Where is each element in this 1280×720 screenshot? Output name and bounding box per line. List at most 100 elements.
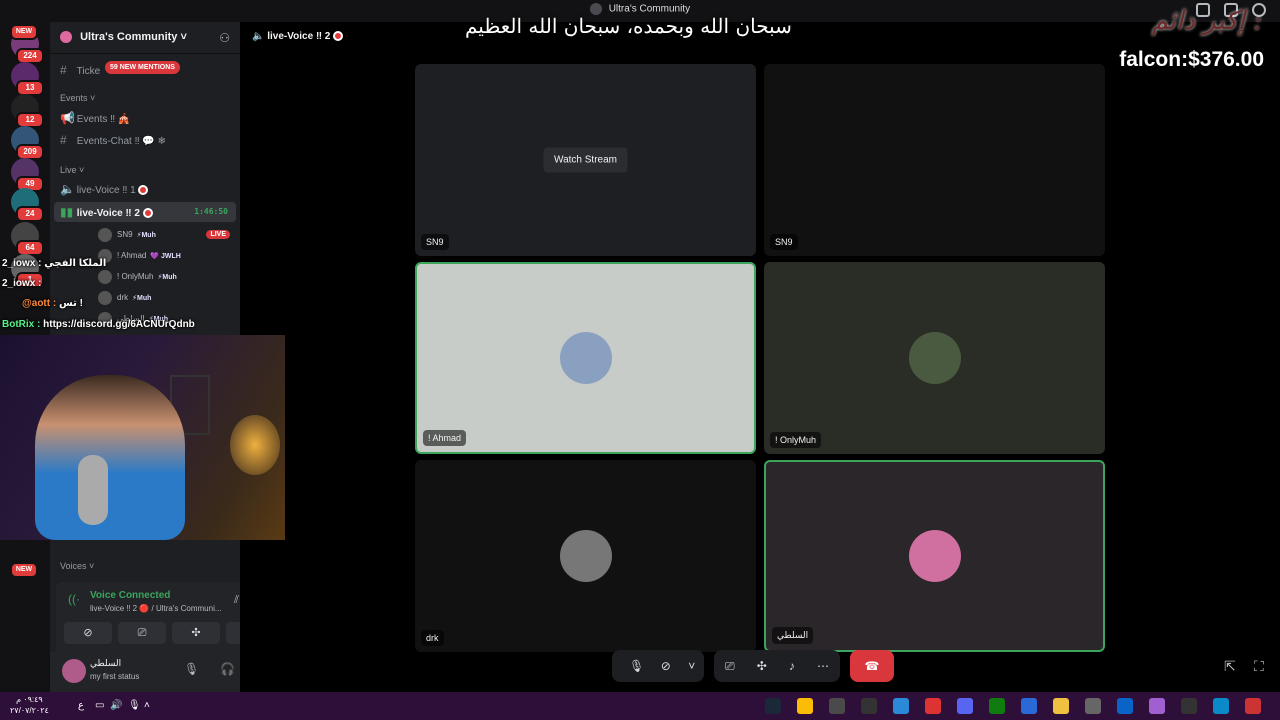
new-badge: NEW (10, 562, 38, 578)
voice-status[interactable]: Voice Connected (90, 590, 170, 601)
avatar (559, 332, 612, 384)
voice-user[interactable]: ! OnlyMuh ⚡Muh (98, 270, 177, 284)
live-dot-icon (333, 31, 344, 42)
chrome-icon[interactable] (797, 698, 813, 714)
username[interactable]: السلطي (90, 658, 121, 669)
popout-icon[interactable]: ⇱ (1224, 658, 1236, 675)
steam-icon[interactable] (765, 698, 781, 714)
guild-header[interactable]: Ultra's Community ˅ ⚇ (50, 22, 240, 54)
chat-line: 2_iowx : (2, 278, 42, 289)
microphone-icon[interactable]: 🎙 (128, 700, 141, 711)
screen-share-icon[interactable]: ⎚ (725, 659, 735, 674)
outlook-icon[interactable] (1117, 698, 1133, 714)
store-icon[interactable] (829, 698, 845, 714)
copilot-icon[interactable] (1149, 698, 1165, 714)
voice-user[interactable]: drk ⚡Muh (98, 291, 151, 305)
participant-tile[interactable]: ! OnlyMuh (764, 262, 1105, 454)
discord-window: Ultra's Community 224 NEW 13 12 209 49 24 64 1 NE… (0, 0, 1280, 720)
participant-tile[interactable]: Watch Stream SN9 (415, 64, 756, 256)
category-live[interactable]: Live ˅ (60, 165, 84, 175)
files-icon[interactable] (893, 698, 909, 714)
more-icon[interactable]: ⋯ (817, 659, 829, 673)
voice-channel-link[interactable]: live-Voice ‼ 2 🔴 / Ultra's Communi... (90, 604, 222, 613)
discord-icon[interactable] (957, 698, 973, 714)
new-badge: NEW (10, 24, 38, 40)
speaker-icon: 🔈 (252, 31, 265, 42)
voice-user[interactable]: ! Ahmad 💜 JWLH (98, 249, 181, 263)
screen-share-button[interactable]: ⎚ (118, 622, 166, 644)
custom-status[interactable]: my first status (90, 672, 139, 681)
network-icon[interactable]: ▭ (95, 700, 104, 711)
watch-stream-button[interactable]: Watch Stream (543, 147, 628, 173)
participant-tile[interactable]: ! Ahmad (415, 262, 756, 454)
taskbar: ٠٩:٤٩ م ٢٧/٠٧/٢٠٢٤ ع ▭ 🔊 🎙 ˄ (0, 692, 1280, 720)
fullscreen-icon[interactable]: ⛶ (1254, 658, 1264, 675)
vivaldi-icon[interactable] (925, 698, 941, 714)
streamer (35, 375, 185, 540)
hang-up-button[interactable]: ☎ (850, 650, 894, 682)
category-events[interactable]: Events ˅ (60, 93, 95, 103)
overlay-dhikr: سبحان الله وبحمده، سبحان الله العظيم (465, 14, 792, 38)
xbox-icon[interactable] (989, 698, 1005, 714)
media-icon[interactable] (1245, 698, 1261, 714)
avatar (98, 270, 112, 284)
participant-name: SN9 (770, 234, 798, 250)
chevron-down-icon[interactable]: ˅ (688, 659, 695, 673)
camera-off-icon[interactable]: ⊘ (661, 659, 671, 673)
overlay-akbar: إكبر دائم : (1151, 6, 1262, 36)
microphone-icon[interactable]: 🎙 (629, 659, 644, 673)
channel-live-voice-1[interactable]: 🔈 live-Voice ‼ 1 (54, 179, 236, 199)
avatar (908, 332, 961, 384)
language-indicator[interactable]: ع (78, 700, 84, 711)
new-mentions-badge[interactable]: 59 NEW MENTIONS (105, 61, 180, 74)
voice-stage: 🔈 live-Voice ‼ 2 Watch Stream SN9 SN9 ! Ahm… (240, 22, 1280, 692)
live-dot-icon (138, 185, 149, 196)
hash-icon: # (60, 133, 67, 147)
category-voices[interactable]: Voices ˅ (60, 561, 94, 571)
camera-controls[interactable]: ⊘ ˅ (652, 650, 704, 682)
stage-actions: ⎚ ✣ ♪ ⋯ (714, 650, 840, 682)
voice-user[interactable]: SN9 ⚡Muh (98, 228, 156, 242)
invite-icon[interactable]: ⚇ (219, 31, 230, 45)
speaker-icon: 🔈 (60, 182, 75, 196)
channel-live-voice-2[interactable]: ▮▮ live-Voice ‼ 2 1:46:50 (54, 202, 236, 222)
headphones-icon[interactable]: 🎧 (220, 662, 235, 676)
noise-suppression-icon[interactable]: ⫽ (234, 594, 239, 607)
voice-channel-title: 🔈 live-Voice ‼ 2 (252, 31, 344, 42)
channel-events-chat[interactable]: # Events-Chat ‼ 💬 ❄ (54, 130, 236, 150)
volume-icon[interactable]: 🔊 (110, 700, 122, 711)
settings-icon[interactable] (1085, 698, 1101, 714)
chat-line: @aott : تس ! (22, 298, 83, 309)
channel-events[interactable]: 📢 Events ‼ 🎪 (54, 108, 236, 128)
signal-icon[interactable]: ((· (68, 592, 80, 606)
avatar (98, 228, 112, 242)
voice-active-icon: ▮▮ (60, 205, 74, 219)
camera-off-button[interactable]: ⊘ (64, 622, 112, 644)
app-icon[interactable] (1181, 698, 1197, 714)
avatar[interactable] (62, 659, 86, 683)
participant-tile[interactable]: SN9 (764, 64, 1105, 256)
explorer-icon[interactable] (1053, 698, 1069, 714)
participant-tile[interactable]: السلطي (764, 460, 1105, 652)
soundboard-icon[interactable]: ♪ (789, 659, 795, 673)
megaphone-icon: 📢 (60, 111, 75, 125)
participant-tile[interactable]: drk (415, 460, 756, 652)
microphone-prop (78, 455, 108, 525)
clock[interactable]: ٠٩:٤٩ م ٢٧/٠٧/٢٠٢٤ (10, 694, 49, 716)
chat-line: BotRix : https://discord.gg/6ACNUrQdnb (2, 319, 195, 330)
edge-icon[interactable] (1213, 698, 1229, 714)
activities-button[interactable]: ✣ (172, 622, 220, 644)
microphone-icon[interactable]: 🎙 (184, 662, 199, 676)
chevron-up-icon[interactable]: ˄ (144, 700, 150, 711)
participant-name: السلطي (772, 627, 814, 644)
background-lamp (230, 415, 280, 475)
activities-icon[interactable]: ✣ (757, 659, 767, 673)
obs-icon[interactable] (861, 698, 877, 714)
participant-name: drk (421, 630, 444, 646)
mention-badge: 24 (16, 206, 44, 222)
overlay-falcon-donation: falcon:$376.00 (1119, 48, 1264, 71)
guild-icon (60, 31, 72, 44)
live-dot-icon (142, 208, 153, 219)
live-badge: LIVE (206, 230, 230, 239)
phone-link-icon[interactable] (1021, 698, 1037, 714)
